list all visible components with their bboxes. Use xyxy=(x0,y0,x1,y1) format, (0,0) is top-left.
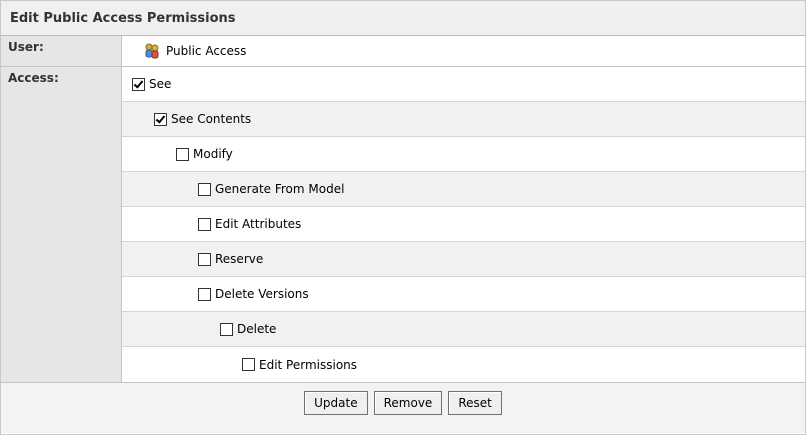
permission-label: Modify xyxy=(193,147,233,161)
permissions-panel: Edit Public Access Permissions User: Pub… xyxy=(0,0,806,435)
permission-row: Reserve xyxy=(122,242,805,277)
permission-checkbox[interactable] xyxy=(154,112,167,126)
permission-label: Edit Attributes xyxy=(215,217,302,231)
permission-row: Edit Permissions xyxy=(122,347,805,382)
permission-label: Delete xyxy=(237,322,277,336)
permission-checkbox[interactable] xyxy=(198,287,211,301)
permission-checkbox[interactable] xyxy=(198,217,211,231)
permission-checkbox[interactable] xyxy=(198,252,211,266)
permission-label: See Contents xyxy=(171,112,252,126)
access-label: Access: xyxy=(1,67,122,382)
permission-label: See xyxy=(149,77,172,91)
users-icon xyxy=(144,43,160,59)
user-label: User: xyxy=(1,36,122,66)
remove-button[interactable]: Remove xyxy=(373,391,443,415)
permission-row: Edit Attributes xyxy=(122,207,805,242)
permission-label: Delete Versions xyxy=(215,287,309,301)
permission-row: Delete Versions xyxy=(122,277,805,312)
reset-button[interactable]: Reset xyxy=(448,391,502,415)
update-button[interactable]: Update xyxy=(304,391,368,415)
permission-checkbox[interactable] xyxy=(176,147,189,161)
user-value: Public Access xyxy=(122,36,246,66)
permission-checkbox[interactable] xyxy=(242,358,255,371)
permission-label: Edit Permissions xyxy=(259,357,358,372)
permission-checkbox[interactable] xyxy=(198,182,211,196)
permission-checkbox[interactable] xyxy=(220,322,233,336)
permission-row: See Contents xyxy=(122,102,805,137)
button-bar: Update Remove Reset xyxy=(1,383,805,433)
permission-checkbox[interactable] xyxy=(132,77,145,91)
permission-row: See xyxy=(122,67,805,102)
permission-list: See See Contents Modify Generate From Model… xyxy=(122,67,805,382)
permission-row: Generate From Model xyxy=(122,172,805,207)
permission-row: Delete xyxy=(122,312,805,347)
user-name: Public Access xyxy=(166,44,247,58)
permission-label: Reserve xyxy=(215,252,264,266)
permission-label: Generate From Model xyxy=(215,182,345,196)
access-row: Access: See See Contents Modify Generate Fr… xyxy=(1,67,805,383)
panel-title: Edit Public Access Permissions xyxy=(1,1,805,36)
permission-row: Modify xyxy=(122,137,805,172)
user-row: User: Public Access xyxy=(1,36,805,67)
